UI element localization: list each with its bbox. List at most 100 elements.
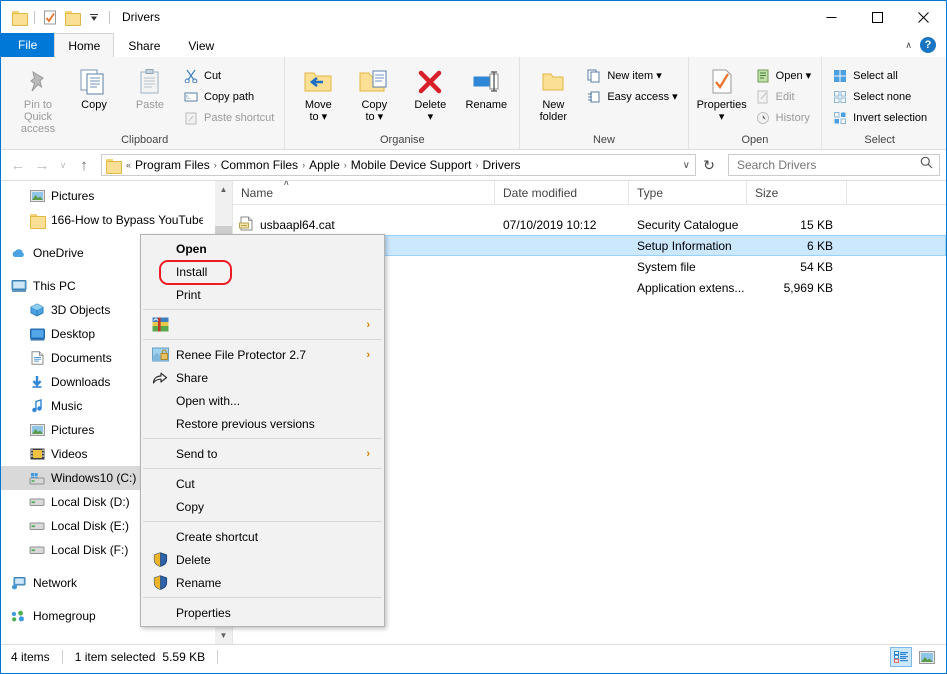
tab-file[interactable]: File	[1, 33, 55, 57]
copy-to-label-2: to ▾	[365, 111, 384, 123]
qat-folder-icon[interactable]	[8, 6, 30, 28]
search-input[interactable]	[735, 157, 920, 173]
up-button[interactable]: ↑	[73, 154, 95, 176]
recent-locations-button[interactable]: ∨	[55, 154, 71, 176]
context-menu-item-label: Open	[176, 241, 207, 256]
easy-access-button[interactable]: Easy access ▾	[581, 86, 682, 107]
forward-button[interactable]: →	[31, 154, 53, 176]
breadcrumb-item-mobile-device-support[interactable]: Mobile Device Support	[348, 158, 475, 172]
context-menu-item-label: Copy	[176, 499, 205, 514]
sidebar-item-label: Desktop	[51, 327, 96, 341]
minimize-button[interactable]	[808, 1, 854, 33]
history-button[interactable]: History	[750, 107, 817, 128]
table-row[interactable]: usbaapl64.cat 07/10/2019 10:12 Security …	[233, 214, 946, 235]
ribbon-tab-right-controls: ∧ ?	[905, 33, 942, 57]
select-none-button[interactable]: Select none	[827, 86, 932, 107]
qat-new-folder-icon[interactable]	[61, 6, 83, 28]
breadcrumb-item-drivers[interactable]: Drivers	[480, 158, 524, 172]
qat-customize-dropdown-icon[interactable]	[83, 6, 105, 28]
column-header-label: Type	[637, 185, 664, 200]
close-button[interactable]	[900, 1, 946, 33]
copy-to-button[interactable]: Copy to ▾	[346, 60, 402, 123]
paste-shortcut-button[interactable]: Paste shortcut	[178, 107, 279, 128]
address-bar[interactable]: « Program Files › Common Files › Apple ›…	[101, 154, 696, 176]
tab-home[interactable]: Home	[54, 33, 115, 57]
search-box[interactable]	[728, 154, 940, 176]
context-menu-item-renee-file-protector[interactable]: Renee File Protector 2.7 ›	[141, 343, 384, 366]
uac-shield-icon	[150, 575, 170, 590]
search-icon[interactable]	[920, 156, 933, 174]
properties-button[interactable]: Properties ▾	[694, 60, 750, 123]
context-menu-item-open[interactable]: Open	[141, 237, 384, 260]
breadcrumb-item-program-files[interactable]: Program Files	[132, 158, 213, 172]
column-header-type[interactable]: Type	[629, 181, 747, 205]
context-menu-item-properties[interactable]: Properties	[141, 601, 384, 624]
copy-path-button[interactable]: \\.. Copy path	[178, 86, 279, 107]
context-menu-item-cut[interactable]: Cut	[141, 472, 384, 495]
new-item-button[interactable]: New item ▾	[581, 65, 682, 86]
invert-selection-button[interactable]: Invert selection	[827, 107, 932, 128]
context-menu-item-install[interactable]: Install	[141, 260, 384, 283]
breadcrumb-item-apple[interactable]: Apple	[306, 158, 343, 172]
main-area: Pictures 166-How to Bypass YouTube C One…	[1, 180, 946, 644]
context-menu-item-rename[interactable]: Rename	[141, 571, 384, 594]
refresh-button[interactable]: ↻	[698, 154, 720, 176]
sidebar-item-166-how-to-bypass-youtube[interactable]: 166-How to Bypass YouTube C	[1, 208, 232, 232]
new-folder-button[interactable]: New folder	[525, 60, 581, 123]
context-menu-item-share[interactable]: Share	[141, 366, 384, 389]
new-item-label: New item ▾	[607, 70, 662, 82]
scroll-down-button[interactable]: ▼	[215, 627, 232, 644]
breadcrumb-overflow-icon[interactable]: «	[125, 160, 132, 170]
uac-shield-icon	[150, 552, 170, 567]
maximize-button[interactable]	[854, 1, 900, 33]
sidebar-item-label: Windows10 (C:)	[51, 471, 137, 485]
delete-button[interactable]: Delete ▾	[402, 60, 458, 123]
address-folder-icon	[106, 158, 122, 174]
edit-button[interactable]: Edit	[750, 86, 817, 107]
open-button[interactable]: Open ▾	[750, 65, 817, 86]
context-menu-item-open-with[interactable]: Open with...	[141, 389, 384, 412]
submenu-arrow-icon: ›	[366, 348, 370, 361]
status-selection-size: 5.59 KB	[162, 650, 206, 664]
select-all-button[interactable]: Select all	[827, 65, 932, 86]
context-menu-item-copy[interactable]: Copy	[141, 495, 384, 518]
rename-button[interactable]: Rename	[458, 60, 514, 111]
context-menu-item-delete[interactable]: Delete	[141, 548, 384, 571]
sidebar-item-pictures-quick[interactable]: Pictures	[1, 184, 232, 208]
sidebar-item-label: Homegroup	[33, 609, 96, 623]
cut-button[interactable]: Cut	[178, 65, 279, 86]
context-menu-item-winrar[interactable]: ›	[141, 313, 384, 336]
context-menu-item-create-shortcut[interactable]: Create shortcut	[141, 525, 384, 548]
column-header-size[interactable]: Size	[747, 181, 847, 205]
tab-share[interactable]: Share	[114, 33, 174, 57]
context-menu-item-label: Install	[176, 264, 208, 279]
column-header-name[interactable]: ∧ Name	[233, 181, 495, 205]
address-bar-controls: ∨	[683, 160, 693, 171]
details-view-button[interactable]	[890, 647, 912, 667]
back-button[interactable]: ←	[7, 154, 29, 176]
copy-button[interactable]: Copy	[66, 60, 122, 111]
pin-to-quick-access-button[interactable]: Pin to Quick access	[10, 60, 66, 135]
large-icons-view-button[interactable]	[916, 647, 938, 667]
sidebar-item-label: Local Disk (E:)	[51, 519, 130, 533]
context-menu-item-restore-previous-versions[interactable]: Restore previous versions	[141, 412, 384, 435]
qat-properties-check-icon[interactable]	[39, 6, 61, 28]
paste-button[interactable]: Paste	[122, 60, 178, 111]
copy-icon	[79, 65, 109, 99]
edit-label: Edit	[775, 90, 795, 103]
new-folder-label-2: folder	[539, 111, 568, 123]
address-dropdown-icon[interactable]: ∨	[683, 160, 690, 171]
sidebar-item-label: This PC	[33, 279, 76, 293]
collapse-ribbon-icon[interactable]: ∧	[905, 40, 912, 51]
context-menu-item-send-to[interactable]: Send to ›	[141, 442, 384, 465]
status-item-count: 4 items	[11, 650, 50, 664]
breadcrumb-item-common-files[interactable]: Common Files	[218, 158, 301, 172]
move-to-button[interactable]: Move to ▾	[290, 60, 346, 123]
help-icon[interactable]: ?	[920, 37, 936, 53]
delete-label-1: Delete	[414, 99, 447, 111]
context-menu-item-print[interactable]: Print	[141, 283, 384, 306]
scroll-up-button[interactable]: ▲	[215, 181, 232, 198]
properties-icon	[709, 65, 735, 99]
column-header-date-modified[interactable]: Date modified	[495, 181, 629, 205]
tab-view[interactable]: View	[174, 33, 228, 57]
